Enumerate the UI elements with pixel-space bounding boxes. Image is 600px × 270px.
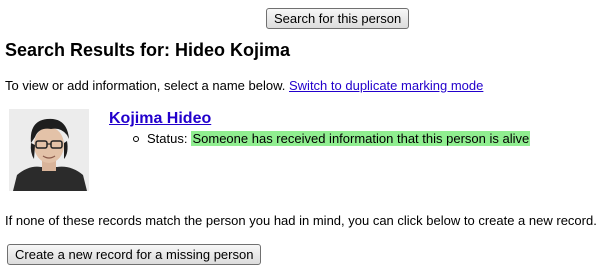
- footer-instructions: If none of these records match the perso…: [5, 213, 597, 228]
- search-person-button[interactable]: Search for this person: [266, 8, 410, 29]
- person-name-link[interactable]: Kojima Hideo: [109, 110, 211, 128]
- person-photo-image: [9, 109, 89, 191]
- status-value: Someone has received information that th…: [191, 131, 531, 146]
- intro-text: To view or add information, select a nam…: [5, 78, 286, 93]
- create-new-record-button[interactable]: Create a new record for a missing person: [7, 244, 262, 265]
- circle-bullet-icon: [133, 135, 139, 142]
- status-label: Status:: [147, 131, 188, 146]
- intro-line: To view or add information, select a nam…: [5, 78, 483, 93]
- status-row: Status: Someone has received information…: [133, 131, 531, 146]
- page-title: Search Results for: Hideo Kojima: [5, 40, 291, 60]
- duplicate-marking-link[interactable]: Switch to duplicate marking mode: [289, 78, 483, 93]
- person-photo[interactable]: [9, 109, 89, 191]
